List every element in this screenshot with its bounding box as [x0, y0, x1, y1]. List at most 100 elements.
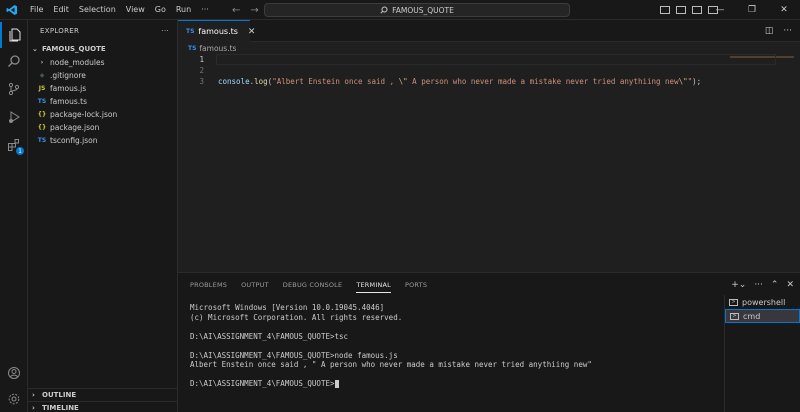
- chevron-down-icon: ⌄: [32, 45, 38, 53]
- file-label: tsconfig.json: [50, 136, 98, 145]
- current-line-highlight: [216, 54, 776, 65]
- folder-famous-quote[interactable]: ⌄ FAMOUS_QUOTE: [28, 42, 177, 56]
- code-editor[interactable]: 1 2 3 console.log("Albert Enstein once s…: [178, 54, 800, 272]
- source-control-icon[interactable]: [0, 76, 28, 102]
- token-string: A person who never made a mistake never …: [407, 77, 679, 86]
- search-activity-icon[interactable]: [0, 48, 28, 74]
- menu-run[interactable]: Run: [171, 5, 196, 14]
- title-bar: File Edit Selection View Go Run ··· ← → …: [0, 0, 800, 20]
- new-terminal-icon[interactable]: +⌄: [731, 280, 746, 290]
- terminal-line: (c) Microsoft Corporation. All rights re…: [190, 313, 720, 323]
- menu-more[interactable]: ···: [196, 5, 214, 14]
- tsconfig-file-icon: TS: [37, 137, 47, 144]
- toggle-secondary-sidebar-icon[interactable]: [692, 6, 702, 14]
- timeline-label: TIMELINE: [42, 404, 79, 412]
- explorer-sidebar: EXPLORER ··· ⌄ FAMOUS_QUOTE › node_module…: [28, 20, 178, 412]
- panel-actions: +⌄ ··· ⌃ ✕: [731, 273, 794, 297]
- file-label: famous.js: [50, 84, 87, 93]
- terminal-icon: >: [729, 298, 738, 306]
- js-file-icon: JS: [38, 85, 46, 92]
- terminal-name: cmd: [743, 311, 761, 321]
- file-item[interactable]: {} package-lock.json: [28, 108, 177, 121]
- bottom-panel: PROBLEMS OUTPUT DEBUG CONSOLE TERMINAL P…: [178, 272, 800, 412]
- terminal-line: D:\AI\ASSIGNMENT_4\FAMOUS_QUOTE>node fam…: [190, 351, 720, 361]
- account-icon[interactable]: [0, 360, 28, 386]
- breadcrumb-file[interactable]: famous.ts: [199, 44, 236, 53]
- line-number: 1: [199, 55, 204, 64]
- menu-file[interactable]: File: [25, 5, 48, 14]
- close-panel-icon[interactable]: ✕: [786, 280, 794, 290]
- folder-label: FAMOUS_QUOTE: [42, 45, 106, 53]
- terminal-line: Albert Enstein once said , " A person wh…: [190, 360, 720, 370]
- timeline-section[interactable]: › TIMELINE: [28, 401, 178, 412]
- terminal-line: Microsoft Windows [Version 10.0.19045.40…: [190, 303, 720, 313]
- forward-arrow-icon[interactable]: →: [250, 5, 258, 16]
- tab-terminal[interactable]: TERMINAL: [356, 281, 391, 293]
- token-close: );: [692, 77, 702, 86]
- token-function: log: [254, 77, 268, 86]
- menu-go[interactable]: Go: [150, 5, 171, 14]
- code-line-3: 3 console.log("Albert Enstein once said …: [178, 76, 778, 87]
- menu-bar: File Edit Selection View Go Run ···: [25, 5, 214, 14]
- tab-label: famous.ts: [198, 27, 238, 36]
- explorer-header: EXPLORER ···: [28, 20, 177, 42]
- terminal-cmd[interactable]: > cmd: [725, 309, 800, 323]
- explorer-icon[interactable]: [0, 22, 28, 48]
- file-label: package.json: [50, 123, 100, 132]
- file-label: package-lock.json: [50, 110, 118, 119]
- file-item[interactable]: › node_modules: [28, 56, 177, 69]
- outline-section[interactable]: › OUTLINE: [28, 388, 178, 401]
- outline-label: OUTLINE: [42, 391, 77, 399]
- maximize-panel-icon[interactable]: ⌃: [771, 280, 779, 290]
- terminal-line-text: D:\AI\ASSIGNMENT_4\FAMOUS_QUOTE>tsc: [190, 331, 349, 341]
- restore-icon[interactable]: ❐: [736, 5, 768, 15]
- token-escape: \": [398, 77, 408, 86]
- extensions-icon[interactable]: 1: [0, 132, 28, 158]
- menu-edit[interactable]: Edit: [48, 5, 74, 14]
- close-window-icon[interactable]: ✕: [768, 5, 800, 15]
- file-item[interactable]: TS tsconfig.json: [28, 134, 177, 147]
- chevron-right-icon: ›: [40, 59, 44, 66]
- token-object: console: [218, 77, 250, 86]
- tab-problems[interactable]: PROBLEMS: [190, 281, 227, 289]
- tab-debug-console[interactable]: DEBUG CONSOLE: [283, 281, 343, 289]
- run-debug-icon[interactable]: [0, 104, 28, 130]
- file-item[interactable]: ◆ .gitignore: [28, 69, 177, 82]
- chevron-right-icon: ›: [32, 404, 35, 412]
- explorer-more-icon[interactable]: ···: [161, 27, 169, 35]
- file-label: .gitignore: [50, 71, 86, 80]
- terminal-line: D:\AI\ASSIGNMENT_4\FAMOUS_QUOTE>tsc: [190, 332, 720, 342]
- terminal-powershell[interactable]: > powershell: [725, 295, 800, 309]
- split-editor-icon[interactable]: ◫: [765, 26, 774, 36]
- terminal-name: powershell: [742, 297, 786, 307]
- toggle-sidebar-icon[interactable]: [660, 6, 670, 14]
- toggle-panel-icon[interactable]: [676, 6, 686, 14]
- file-item[interactable]: JS famous.js: [28, 82, 177, 95]
- menu-selection[interactable]: Selection: [74, 5, 121, 14]
- ts-file-icon: TS: [188, 44, 197, 52]
- menu-view[interactable]: View: [121, 5, 150, 14]
- file-label: famous.ts: [50, 97, 88, 106]
- terminal-line-text: (c) Microsoft Corporation. All rights re…: [190, 312, 403, 322]
- terminal-output[interactable]: Microsoft Windows [Version 10.0.19045.40…: [190, 303, 720, 389]
- file-item[interactable]: {} package.json: [28, 121, 177, 134]
- navigation-arrows: ← →: [232, 0, 259, 20]
- search-text: FAMOUS_QUOTE: [392, 5, 454, 15]
- command-center-search[interactable]: FAMOUS_QUOTE: [264, 3, 570, 17]
- back-arrow-icon[interactable]: ←: [232, 5, 240, 16]
- file-tree: › node_modules ◆ .gitignore JS famous.js TS fam…: [28, 56, 177, 147]
- tab-output[interactable]: OUTPUT: [241, 281, 269, 289]
- tab-famous-ts[interactable]: TS famous.ts ✕: [178, 20, 255, 42]
- search-icon: [380, 6, 388, 14]
- file-item[interactable]: TS famous.ts: [28, 95, 177, 108]
- more-actions-icon[interactable]: ···: [754, 280, 763, 290]
- terminal-line-text: D:\AI\ASSIGNMENT_4\FAMOUS_QUOTE>node fam…: [190, 350, 398, 360]
- explorer-title: EXPLORER: [40, 27, 80, 35]
- settings-gear-icon[interactable]: [0, 386, 28, 412]
- close-tab-icon[interactable]: ✕: [248, 27, 256, 37]
- tab-ports[interactable]: PORTS: [405, 281, 427, 289]
- minimize-icon[interactable]: —: [704, 5, 736, 15]
- editor-tab-bar: TS famous.ts ✕ ◫ ···: [178, 20, 800, 42]
- more-actions-icon[interactable]: ···: [783, 26, 792, 36]
